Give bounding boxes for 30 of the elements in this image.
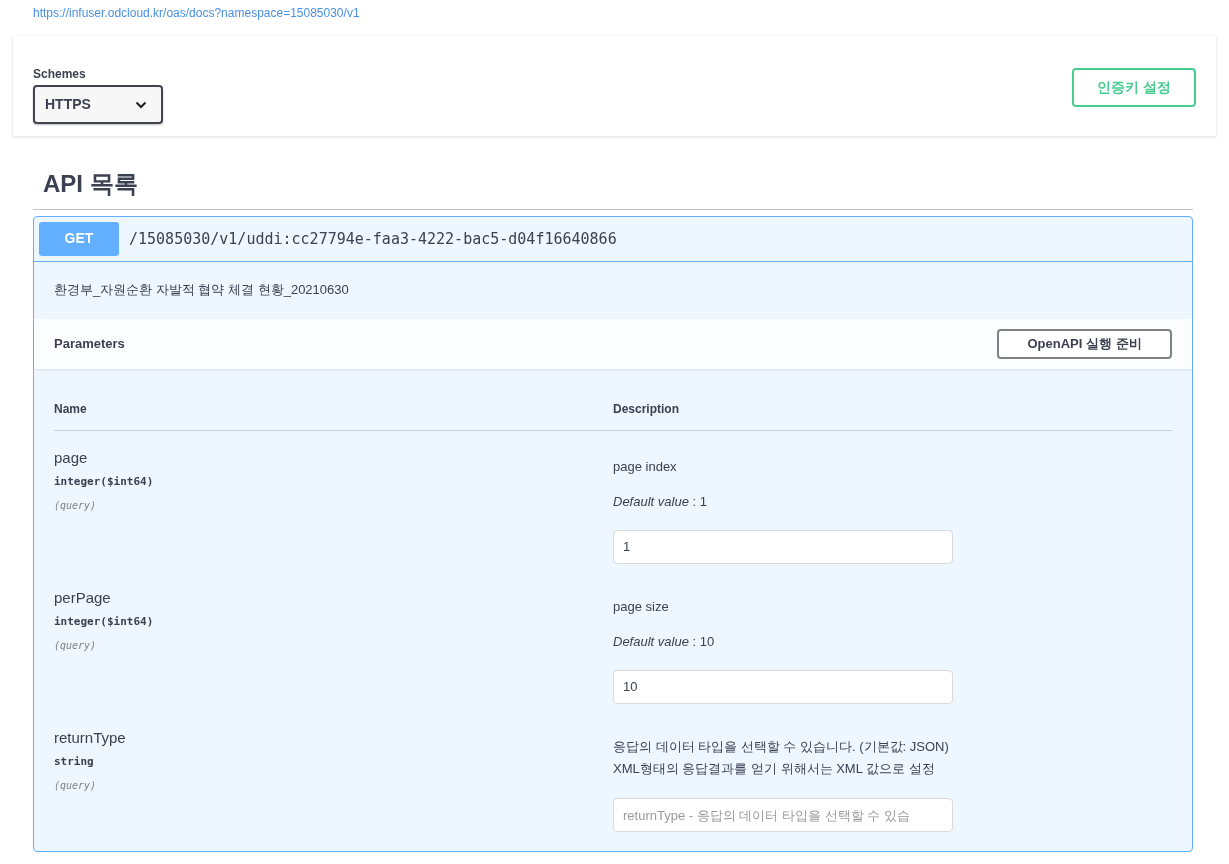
operation-summary[interactable]: GET /15085030/v1/uddi:cc27794e-faa3-4222-bac5-d04f16640866 xyxy=(34,216,1192,262)
parameters-title: Parameters xyxy=(54,335,125,354)
parameter-input[interactable]: 10 xyxy=(613,669,953,704)
parameter-location: (query) xyxy=(54,639,98,654)
parameter-description: 응답의 데이터 타입을 선택할 수 있습니다. (기본값: JSON) xyxy=(613,738,950,757)
chevron-down-icon xyxy=(135,100,147,109)
default-value: Default value : 10 xyxy=(613,633,716,652)
parameter-type: string xyxy=(54,753,95,770)
default-value: Default value : 1 xyxy=(613,493,708,512)
parameter-description: page index xyxy=(613,458,678,477)
parameter-name: perPage xyxy=(54,588,112,609)
parameter-location: (query) xyxy=(54,499,98,514)
try-it-out-button[interactable]: OpenAPI 실행 준비 xyxy=(997,328,1172,359)
method-badge: GET xyxy=(39,221,119,256)
operation-path: /15085030/v1/uddi:cc27794e-faa3-4222-bac5-d04f16640866 xyxy=(129,228,617,250)
parameter-input[interactable]: returnType - 응답의 데이터 타입을 선택할 수 있습 xyxy=(613,798,953,833)
parameter-name: returnType xyxy=(54,728,127,749)
operation-description: 환경부_자원순환 자발적 협약 체결 현황_20210630 xyxy=(54,281,349,297)
parameter-description: XML형태의 응답결과를 얻기 위해서는 XML 값으로 설정 xyxy=(613,760,936,779)
column-header: Description xyxy=(613,401,679,416)
section-title: API 목록 xyxy=(43,170,139,199)
parameter-type: integer($int64) xyxy=(54,613,155,630)
parameter-location: (query) xyxy=(54,779,98,794)
column-header: Name xyxy=(54,401,87,416)
parameter-description: page size xyxy=(613,598,670,617)
parameter-input[interactable]: 1 xyxy=(613,529,953,564)
parameter-type: integer($int64) xyxy=(54,473,155,490)
schemes-label: Schemes xyxy=(33,66,87,83)
schemes-select[interactable]: HTTPS xyxy=(33,85,163,124)
parameter-name: page xyxy=(54,448,89,469)
